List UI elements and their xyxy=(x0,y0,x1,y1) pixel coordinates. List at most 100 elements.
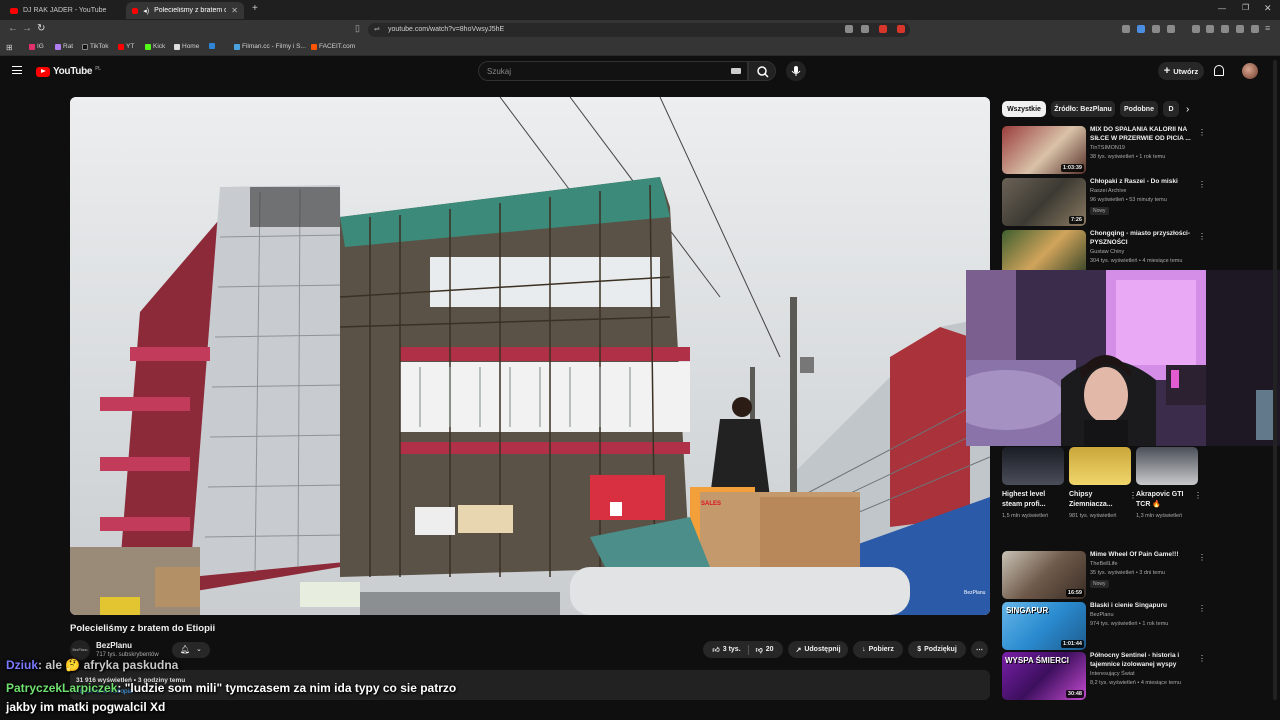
more-vert-icon[interactable]: ⋮ xyxy=(1198,232,1206,241)
channel-name[interactable]: BezPlanu xyxy=(96,641,132,650)
thanks-button[interactable]: $ Podziękuj xyxy=(908,641,966,658)
youtube-logo[interactable]: YouTube PL xyxy=(36,66,101,77)
bookmark-unnamed[interactable] xyxy=(209,43,217,49)
short-thumbnail[interactable] xyxy=(1069,447,1131,485)
vpn-icon[interactable] xyxy=(1251,25,1259,33)
extension-icon[interactable] xyxy=(1152,25,1160,33)
install-icon[interactable] xyxy=(845,25,853,33)
bookmark-tiktok[interactable]: TikTok xyxy=(82,43,109,50)
bookmark-icon[interactable]: ▯ xyxy=(355,23,360,34)
download-button[interactable]: ↓ Pobierz xyxy=(853,641,903,658)
more-vert-icon[interactable]: ⋮ xyxy=(1198,128,1206,137)
bookmark-kick[interactable]: Kick xyxy=(145,43,165,50)
channel-name[interactable]: Gustaw Chiny xyxy=(1090,249,1124,255)
close-window-button[interactable]: ✕ xyxy=(1264,3,1272,14)
rewards-icon[interactable] xyxy=(897,25,905,33)
chip-all[interactable]: Wszystkie xyxy=(1002,101,1046,117)
video-thumbnail[interactable]: 1:03:39 xyxy=(1002,126,1086,174)
video-player[interactable]: SALES xyxy=(70,97,990,615)
notifications-bell-icon[interactable] xyxy=(1214,65,1224,76)
bookmark-home[interactable]: Home xyxy=(174,43,199,50)
guide-menu-icon[interactable] xyxy=(12,66,22,74)
chevron-right-icon[interactable]: › xyxy=(1186,104,1189,115)
video-title[interactable]: Blaski i cienie Singapuru xyxy=(1090,602,1194,611)
short-title[interactable]: Akrapovic GTI TCR 🔥 xyxy=(1136,490,1194,510)
account-avatar[interactable] xyxy=(1242,63,1258,79)
keyboard-icon[interactable] xyxy=(731,68,741,74)
browser-tab[interactable]: DJ RAK JADER - YouTube xyxy=(4,2,124,19)
more-vert-icon[interactable]: ⋮ xyxy=(1198,654,1206,663)
extension-icon[interactable] xyxy=(1122,25,1130,33)
media-icon[interactable] xyxy=(1192,25,1200,33)
share-page-icon[interactable] xyxy=(861,25,869,33)
site-info-icon[interactable]: ⇌ xyxy=(374,25,380,33)
extension-icon[interactable] xyxy=(1167,25,1175,33)
page-scrollbar[interactable] xyxy=(1273,60,1277,700)
channel-name[interactable]: Interesujący Świat xyxy=(1090,671,1135,677)
thumb-down-icon[interactable]: 👎︎ xyxy=(756,645,763,654)
short-video[interactable]: Akrapovic GTI TCR 🔥 1,3 mln wyświetleń ⋮ xyxy=(1136,447,1202,519)
video-title[interactable]: MIX DO SPALANIA KALORII NA SIŁCE W PRZER… xyxy=(1090,126,1194,143)
video-thumbnail[interactable]: WYSPA ŚMIERCI 30:48 xyxy=(1002,652,1086,700)
like-count[interactable]: 3 tys. xyxy=(723,646,741,653)
close-tab-icon[interactable]: ✕ xyxy=(231,6,238,15)
channel-name[interactable]: BezPlanu xyxy=(1090,612,1114,618)
video-thumbnail[interactable]: 7:26 xyxy=(1002,178,1086,226)
video-title[interactable]: Północny Sentinel - historia i tajemnice… xyxy=(1090,652,1194,669)
browser-tab-active[interactable]: ◂) Polecieliśmy z bratem do Etio ✕ xyxy=(126,2,244,19)
video-title[interactable]: Mime Wheel Of Pain Game!!! xyxy=(1090,551,1194,560)
channel-avatar[interactable]: BezPlanu xyxy=(70,640,90,660)
video-thumbnail[interactable]: SINGAPUR 1:01:44 xyxy=(1002,602,1086,650)
short-title[interactable]: Chipsy Ziemniacza... xyxy=(1069,490,1127,510)
dislike-count[interactable]: 20 xyxy=(766,646,774,653)
bookmark-faceit[interactable]: FACEIT.com xyxy=(311,43,355,50)
create-button[interactable]: + Utwórz xyxy=(1158,62,1204,80)
more-vert-icon[interactable]: ⋮ xyxy=(1198,180,1206,189)
recommended-video[interactable]: 7:26 Chłopaki z Raszei - Do miski Raszei… xyxy=(1002,178,1206,234)
reload-icon[interactable]: ↻ xyxy=(37,23,45,34)
more-vert-icon[interactable]: ⋮ xyxy=(1198,604,1206,613)
new-tab-button[interactable]: + xyxy=(252,3,258,14)
video-title[interactable]: Chongqing - miasto przyszłości-PYSZNOŚCI xyxy=(1090,230,1194,247)
wallet-icon[interactable] xyxy=(1221,25,1229,33)
subscription-bell-button[interactable]: 🔔︎ ⌄ xyxy=(172,642,210,658)
sidebar-icon[interactable] xyxy=(1206,25,1214,33)
thumb-up-icon[interactable]: 👍︎ xyxy=(712,645,719,654)
short-thumbnail[interactable] xyxy=(1136,447,1198,485)
menu-icon[interactable]: ≡ xyxy=(1265,23,1270,33)
more-vert-icon[interactable]: ⋮ xyxy=(1194,491,1202,500)
bookmark-ig[interactable]: IG xyxy=(29,43,44,50)
channel-name[interactable]: TheBellLife xyxy=(1090,561,1118,567)
short-thumbnail[interactable] xyxy=(1002,447,1064,485)
leo-icon[interactable] xyxy=(1236,25,1244,33)
short-title[interactable]: Highest level steam profi... xyxy=(1002,490,1060,510)
more-actions-button[interactable]: ⋯ xyxy=(971,641,988,658)
recommended-video[interactable]: 1:03:39 MIX DO SPALANIA KALORII NA SIŁCE… xyxy=(1002,126,1206,182)
recommended-video[interactable]: 16:59 Mime Wheel Of Pain Game!!! TheBell… xyxy=(1002,551,1206,607)
search-button[interactable] xyxy=(748,61,776,81)
chip-related[interactable]: Podobne xyxy=(1120,101,1158,117)
forward-icon[interactable]: → xyxy=(22,23,32,34)
restore-button[interactable]: ❐ xyxy=(1242,3,1249,12)
recommended-video[interactable]: WYSPA ŚMIERCI 30:48 Północny Sentinel - … xyxy=(1002,652,1206,708)
video-thumbnail[interactable]: 16:59 xyxy=(1002,551,1086,599)
extension-icon[interactable] xyxy=(1137,25,1145,33)
chip-more[interactable]: D xyxy=(1163,101,1179,117)
url-bar[interactable]: ⇌ youtube.com/watch?v=8hoVwsyJ5hE xyxy=(368,23,910,37)
back-icon[interactable]: ← xyxy=(8,23,18,34)
voice-search-button[interactable] xyxy=(786,61,806,81)
bookmark-rat[interactable]: Rat xyxy=(55,43,73,50)
chip-from-channel[interactable]: Źródło: BezPlanu xyxy=(1051,101,1115,117)
channel-name[interactable]: Raszei Archive xyxy=(1090,188,1126,194)
channel-name[interactable]: TinTSIMON19 xyxy=(1090,145,1125,151)
short-video[interactable]: Highest level steam profi... 1,5 mln wyś… xyxy=(1002,447,1064,519)
minimize-button[interactable]: — xyxy=(1218,4,1226,13)
video-title[interactable]: Chłopaki z Raszei - Do miski xyxy=(1090,178,1194,187)
brave-shield-icon[interactable] xyxy=(879,25,887,33)
share-button[interactable]: ↗ Udostępnij xyxy=(788,641,848,658)
apps-icon[interactable]: ⊞ xyxy=(6,43,13,52)
short-video[interactable]: Chipsy Ziemniacza... 981 tys. wyświetleń… xyxy=(1069,447,1137,519)
search-input[interactable]: Szukaj xyxy=(478,61,748,81)
recommended-video[interactable]: SINGAPUR 1:01:44 Blaski i cienie Singapu… xyxy=(1002,602,1206,658)
bookmark-yt[interactable]: YT xyxy=(118,43,134,50)
